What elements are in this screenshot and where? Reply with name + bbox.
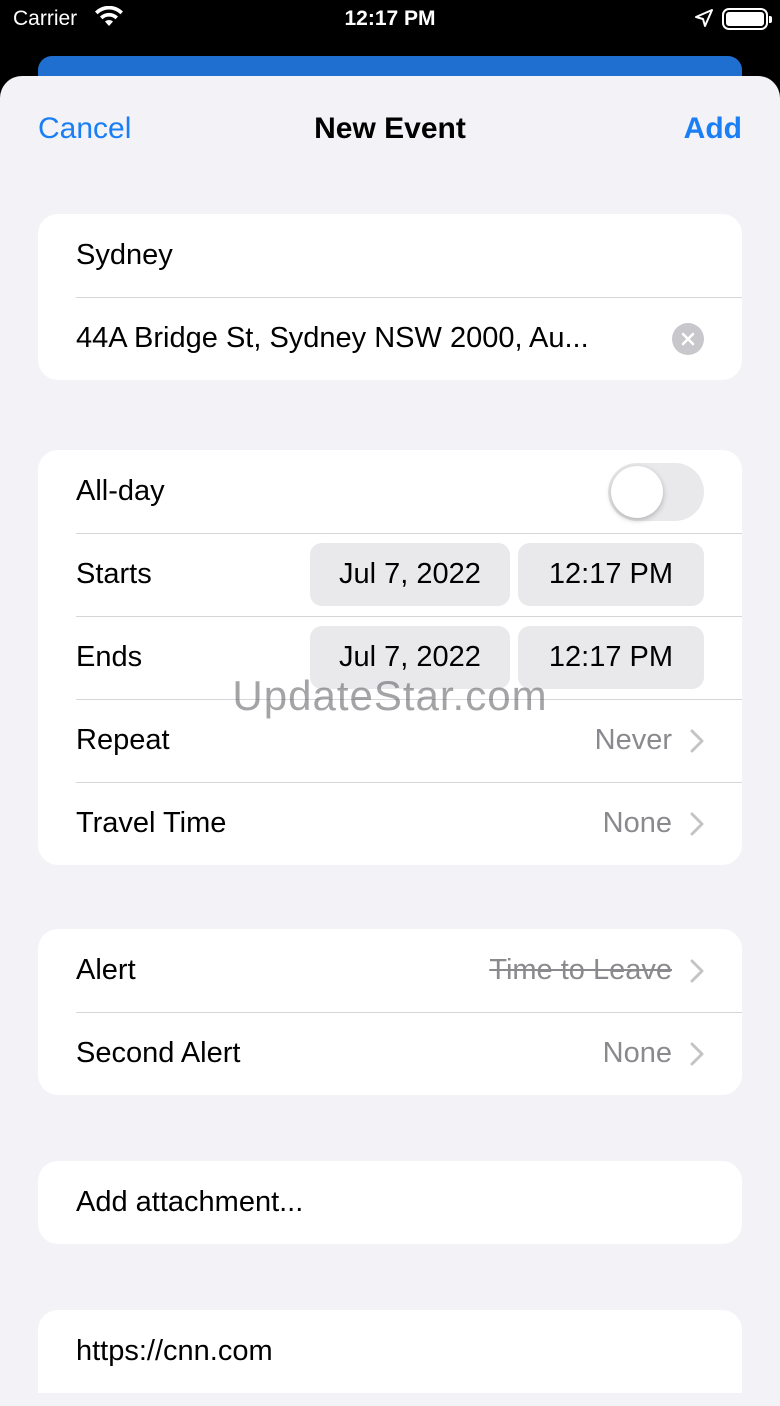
starts-row: Starts Jul 7, 2022 12:17 PM: [38, 533, 742, 616]
all-day-row: All-day: [38, 450, 742, 533]
url-field[interactable]: https://cnn.com: [38, 1310, 742, 1393]
chevron-right-icon: [690, 959, 704, 982]
attachment-group: Add attachment...: [38, 1161, 742, 1244]
location-value: 44A Bridge St, Sydney NSW 2000, Au...: [76, 322, 589, 354]
starts-date-button[interactable]: Jul 7, 2022: [310, 543, 510, 606]
status-bar: Carrier 12:17 PM: [0, 0, 780, 44]
schedule-group: All-day Starts Jul 7, 2022 12:17 PM Ends…: [38, 450, 742, 865]
battery-icon: [722, 8, 772, 30]
travel-time-row[interactable]: Travel Time None: [38, 782, 742, 865]
status-time: 12:17 PM: [344, 7, 436, 30]
alerts-group: Alert Time to Leave Second Alert None: [38, 929, 742, 1095]
chevron-right-icon: [690, 812, 704, 835]
second-alert-row[interactable]: Second Alert None: [38, 1012, 742, 1095]
url-group: https://cnn.com: [38, 1310, 742, 1393]
alert-label: Alert: [76, 954, 136, 986]
title-field[interactable]: Sydney: [38, 214, 742, 297]
travel-time-label: Travel Time: [76, 807, 227, 839]
add-button[interactable]: Add: [684, 112, 742, 146]
chevron-right-icon: [690, 729, 704, 752]
starts-time-button[interactable]: 12:17 PM: [518, 543, 704, 606]
second-alert-label: Second Alert: [76, 1037, 241, 1069]
repeat-value: Never: [594, 724, 672, 756]
location-field[interactable]: 44A Bridge St, Sydney NSW 2000, Au...: [38, 297, 742, 380]
travel-time-value: None: [602, 807, 672, 839]
title-value: Sydney: [76, 239, 173, 271]
ends-label: Ends: [76, 641, 143, 673]
repeat-label: Repeat: [76, 724, 170, 756]
alert-value: Time to Leave: [489, 954, 672, 986]
alert-row[interactable]: Alert Time to Leave: [38, 929, 742, 1012]
location-arrow-icon: [694, 8, 714, 34]
add-attachment-label: Add attachment...: [76, 1186, 304, 1218]
page-title: New Event: [314, 112, 466, 145]
clear-icon[interactable]: [672, 322, 704, 355]
second-alert-value: None: [602, 1037, 672, 1069]
add-attachment-row[interactable]: Add attachment...: [38, 1161, 742, 1244]
starts-label: Starts: [76, 558, 152, 590]
title-location-group: Sydney 44A Bridge St, Sydney NSW 2000, A…: [38, 214, 742, 380]
watermark: UpdateStar.com: [232, 672, 548, 719]
all-day-label: All-day: [76, 475, 165, 507]
all-day-toggle[interactable]: [608, 462, 704, 521]
chevron-right-icon: [690, 1042, 704, 1065]
url-value: https://cnn.com: [76, 1335, 273, 1367]
